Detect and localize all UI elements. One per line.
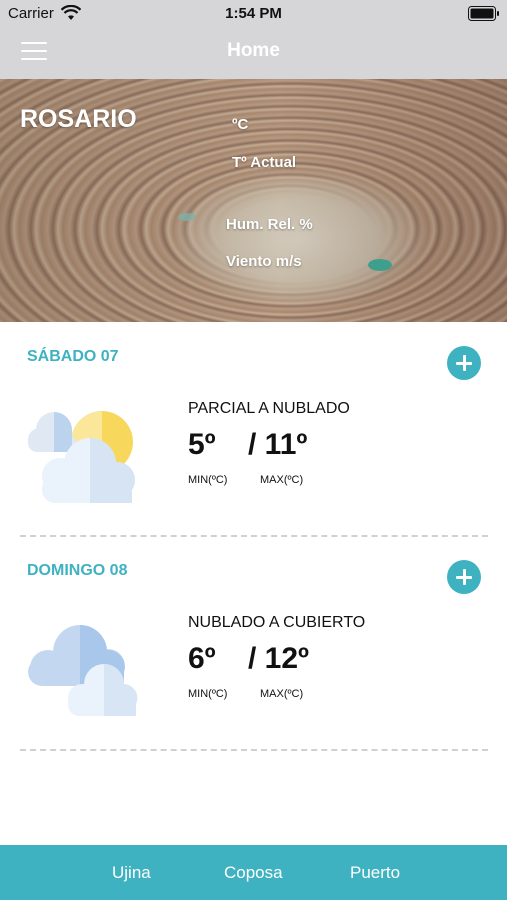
- status-bar: Carrier 1:54 PM: [0, 0, 507, 28]
- hero-image-detail: [368, 259, 392, 271]
- tab-ujina[interactable]: Ujina: [112, 863, 151, 883]
- current-weather-header: ROSARIO ºC Tº Actual Hum. Rel. % Viento …: [0, 79, 507, 322]
- forecast-day: SÁBADO 07 PARCIAL A NUBLADO 5º / 11º MIN…: [0, 322, 507, 537]
- tab-puerto[interactable]: Puerto: [350, 863, 400, 883]
- divider: [20, 749, 488, 751]
- status-time: 1:54 PM: [225, 5, 282, 22]
- max-label: MAX(ºC): [260, 688, 304, 700]
- expand-plus-icon[interactable]: [447, 346, 481, 380]
- forecast-description: NUBLADO A CUBIERTO: [188, 614, 366, 631]
- bottom-tab-bar: Ujina Coposa Puerto: [0, 845, 507, 900]
- cloudy-icon: [28, 624, 138, 716]
- page-title: Home: [227, 40, 280, 61]
- city-name: ROSARIO: [20, 105, 137, 133]
- min-temperature: 5º: [188, 428, 216, 461]
- max-temperature: / 12º: [248, 642, 309, 675]
- max-temperature: / 11º: [248, 428, 308, 461]
- tab-coposa[interactable]: Coposa: [224, 863, 283, 883]
- battery-icon: [468, 6, 499, 21]
- humidity-label: Hum. Rel. %: [226, 216, 313, 233]
- nav-bar: Home: [0, 28, 507, 79]
- forecast-day: DOMINGO 08 NUBLADO A CUBIERTO 6º / 12º M…: [0, 536, 507, 751]
- forecast-date: DOMINGO 08: [27, 562, 128, 579]
- min-label: MIN(ºC): [188, 688, 228, 700]
- wind-label: Viento m/s: [226, 253, 302, 270]
- temperature-unit: ºC: [232, 116, 249, 133]
- hero-image-detail: [178, 213, 196, 221]
- forecast-date: SÁBADO 07: [27, 348, 119, 365]
- min-temperature: 6º: [188, 642, 216, 675]
- partly-cloudy-icon: [28, 411, 136, 503]
- max-label: MAX(ºC): [260, 474, 304, 486]
- forecast-description: PARCIAL A NUBLADO: [188, 400, 350, 417]
- expand-plus-icon[interactable]: [447, 560, 481, 594]
- min-label: MIN(ºC): [188, 474, 228, 486]
- current-temperature-label: Tº Actual: [232, 154, 297, 171]
